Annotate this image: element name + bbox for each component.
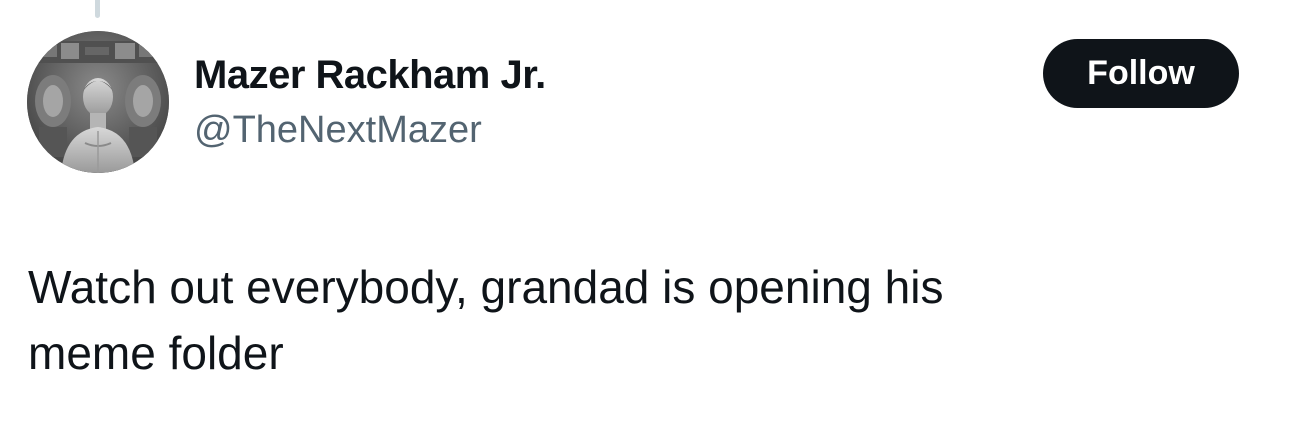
follow-button[interactable]: Follow bbox=[1043, 39, 1239, 108]
tweet-text: Watch out everybody, grandad is opening … bbox=[28, 261, 944, 379]
user-handle[interactable]: @TheNextMazer bbox=[194, 106, 546, 154]
thread-connector-line bbox=[95, 0, 100, 18]
avatar-image bbox=[27, 31, 169, 173]
display-name[interactable]: Mazer Rackham Jr. bbox=[194, 50, 546, 100]
avatar[interactable] bbox=[27, 31, 169, 173]
user-info: Mazer Rackham Jr. @TheNextMazer bbox=[194, 50, 546, 154]
